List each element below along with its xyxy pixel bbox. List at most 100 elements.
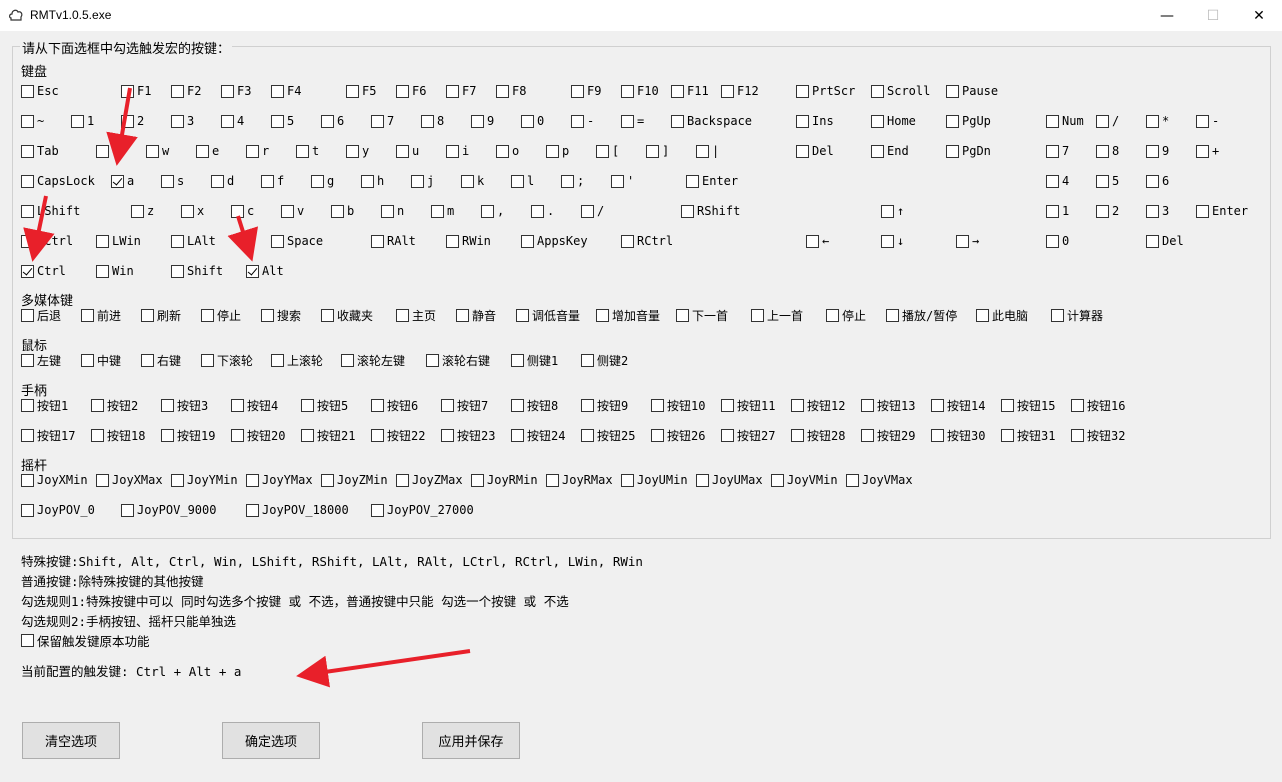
key-checkbox[interactable]: ↓ [881,233,904,249]
checkbox-box[interactable] [791,398,804,412]
key-checkbox[interactable]: a [111,173,134,189]
checkbox-box[interactable] [111,174,124,188]
checkbox-box[interactable] [1146,144,1159,158]
checkbox-box[interactable] [461,174,474,188]
key-checkbox[interactable]: t [296,143,319,159]
key-checkbox[interactable]: 0 [1046,233,1069,249]
checkbox-box[interactable] [21,633,34,647]
mouse-key-checkbox[interactable]: 左键 [21,352,61,368]
key-checkbox[interactable]: F6 [396,83,426,99]
mouse-key-checkbox[interactable]: 侧键2 [581,352,628,368]
mouse-key-checkbox[interactable]: 下滚轮 [201,352,253,368]
key-checkbox[interactable]: 0 [521,113,544,129]
media-key-checkbox[interactable]: 增加音量 [596,307,660,323]
checkbox-box[interactable] [861,398,874,412]
key-checkbox[interactable]: p [546,143,569,159]
key-checkbox[interactable]: F12 [721,83,759,99]
checkbox-box[interactable] [676,308,689,322]
key-checkbox[interactable]: Space [271,233,323,249]
checkbox-box[interactable] [721,428,734,442]
key-checkbox[interactable]: o [496,143,519,159]
checkbox-box[interactable] [791,428,804,442]
gamepad-button-checkbox[interactable]: 按钮4 [231,397,278,413]
checkbox-box[interactable] [96,234,109,248]
checkbox-box[interactable] [91,428,104,442]
checkbox-box[interactable] [671,84,684,98]
checkbox-box[interactable] [581,353,594,367]
checkbox-box[interactable] [321,114,334,128]
gamepad-button-checkbox[interactable]: 按钮8 [511,397,558,413]
checkbox-box[interactable] [1046,234,1059,248]
checkbox-box[interactable] [571,114,584,128]
checkbox-box[interactable] [21,353,34,367]
checkbox-box[interactable] [651,398,664,412]
gamepad-button-checkbox[interactable]: 按钮6 [371,397,418,413]
gamepad-button-checkbox[interactable]: 按钮17 [21,427,75,443]
checkbox-box[interactable] [221,84,234,98]
key-checkbox[interactable]: End [871,143,909,159]
checkbox-box[interactable] [91,398,104,412]
key-checkbox[interactable]: Ins [796,113,834,129]
media-key-checkbox[interactable]: 上一首 [751,307,803,323]
joystick-checkbox[interactable]: JoyUMax [696,472,763,488]
checkbox-box[interactable] [621,84,634,98]
checkbox-box[interactable] [721,398,734,412]
checkbox-box[interactable] [161,428,174,442]
key-checkbox[interactable]: w [146,143,169,159]
key-checkbox[interactable]: s [161,173,184,189]
checkbox-box[interactable] [421,114,434,128]
media-key-checkbox[interactable]: 静音 [456,307,496,323]
key-checkbox[interactable]: Esc [21,83,59,99]
key-checkbox[interactable]: 5 [271,113,294,129]
checkbox-box[interactable] [511,398,524,412]
gamepad-button-checkbox[interactable]: 按钮27 [721,427,775,443]
checkbox-box[interactable] [441,428,454,442]
key-checkbox[interactable]: 4 [221,113,244,129]
key-checkbox[interactable]: 3 [171,113,194,129]
key-checkbox[interactable]: Backspace [671,113,752,129]
key-checkbox[interactable]: / [581,203,604,219]
gamepad-button-checkbox[interactable]: 按钮32 [1071,427,1125,443]
checkbox-box[interactable] [471,473,484,487]
checkbox-box[interactable] [171,84,184,98]
checkbox-box[interactable] [1046,204,1059,218]
checkbox-box[interactable] [81,308,94,322]
checkbox-box[interactable] [886,308,899,322]
gamepad-button-checkbox[interactable]: 按钮9 [581,397,628,413]
key-checkbox[interactable]: 2 [121,113,144,129]
key-checkbox[interactable]: LAlt [171,233,216,249]
checkbox-box[interactable] [946,114,959,128]
checkbox-box[interactable] [826,308,839,322]
key-checkbox[interactable]: 9 [1146,143,1169,159]
checkbox-box[interactable] [1146,234,1159,248]
checkbox-box[interactable] [371,503,384,517]
joystick-checkbox[interactable]: JoyVMin [771,472,838,488]
key-checkbox[interactable]: [ [596,143,619,159]
checkbox-box[interactable] [81,353,94,367]
checkbox-box[interactable] [651,428,664,442]
checkbox-box[interactable] [581,398,594,412]
checkbox-box[interactable] [1196,204,1209,218]
checkbox-box[interactable] [296,144,309,158]
key-checkbox[interactable]: F1 [121,83,151,99]
checkbox-box[interactable] [21,144,34,158]
checkbox-box[interactable] [496,144,509,158]
key-checkbox[interactable]: F2 [171,83,201,99]
checkbox-box[interactable] [346,84,359,98]
checkbox-box[interactable] [371,114,384,128]
checkbox-box[interactable] [521,234,534,248]
checkbox-box[interactable] [261,308,274,322]
key-checkbox[interactable]: Tab [21,143,59,159]
keep-original-function-checkbox[interactable]: 保留触发键原本功能 [21,632,150,649]
key-checkbox[interactable]: . [531,203,554,219]
key-checkbox[interactable]: F11 [671,83,709,99]
checkbox-box[interactable] [671,114,684,128]
checkbox-box[interactable] [246,473,259,487]
checkbox-box[interactable] [301,398,314,412]
checkbox-box[interactable] [171,234,184,248]
key-checkbox[interactable]: 5 [1096,173,1119,189]
checkbox-box[interactable] [581,204,594,218]
gamepad-button-checkbox[interactable]: 按钮14 [931,397,985,413]
gamepad-button-checkbox[interactable]: 按钮13 [861,397,915,413]
checkbox-box[interactable] [1196,144,1209,158]
